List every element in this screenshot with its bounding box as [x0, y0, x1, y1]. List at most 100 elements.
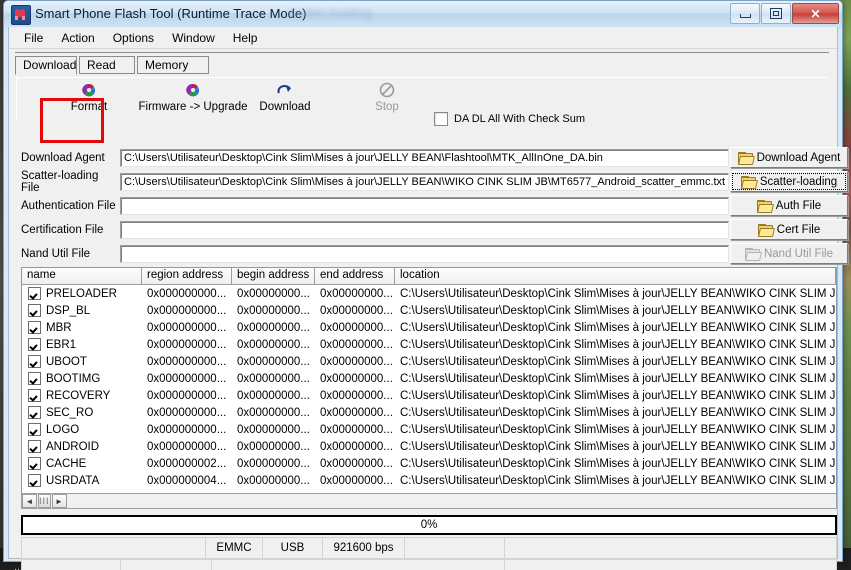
scroll-left-arrow[interactable]: ◄ — [22, 494, 37, 508]
row-checkbox[interactable] — [28, 440, 41, 453]
cell-end: 0x00000000... — [320, 372, 393, 385]
tab-read-back[interactable]: Read back — [79, 56, 135, 89]
row-checkbox[interactable] — [28, 338, 41, 351]
cell-begin: 0x00000000... — [237, 389, 310, 402]
field-row: Download Agent C:\Users\Utilisateur\Deskt… — [17, 146, 729, 170]
field-input-authentication-file[interactable] — [120, 197, 729, 215]
cell-region: 0x000000000... — [147, 321, 227, 334]
close-button[interactable]: ✕ — [792, 3, 839, 24]
cell-name: SEC_RO — [22, 406, 142, 419]
column-header-region-address[interactable]: region address — [142, 268, 232, 284]
table-row[interactable]: DSP_BL 0x000000000... 0x00000000... 0x00000… — [22, 302, 836, 319]
maximize-button[interactable] — [761, 3, 791, 24]
row-name-label: SEC_RO — [46, 406, 94, 419]
menu-item-options[interactable]: Options — [104, 29, 163, 47]
table-row[interactable]: BOOTIMG 0x000000000... 0x00000000... 0x0000… — [22, 370, 836, 387]
cell-region: 0x000000000... — [147, 304, 227, 317]
tab-download[interactable]: Download — [15, 56, 77, 75]
table-row[interactable]: RECOVERY 0x000000000... 0x00000000... 0x000… — [22, 387, 836, 404]
table-row[interactable]: UBOOT 0x000000000... 0x00000000... 0x000000… — [22, 353, 836, 370]
menu-item-file[interactable]: File — [15, 29, 52, 47]
row-checkbox[interactable] — [28, 321, 41, 334]
field-label-authentication-file: Authentication File — [21, 200, 116, 212]
cell-end: 0x00000000... — [320, 355, 393, 368]
column-header-name[interactable]: name — [22, 268, 142, 284]
table-row[interactable]: CACHE 0x000000002... 0x00000000... 0x000000… — [22, 455, 836, 472]
partition-table[interactable]: name region address begin address end addre… — [21, 267, 837, 497]
da-dl-checksum-checkbox[interactable] — [434, 112, 448, 126]
browse-button-auth-file[interactable]: Auth File — [730, 195, 848, 216]
row-checkbox[interactable] — [28, 355, 41, 368]
toolbar-button-format[interactable]: Format — [41, 78, 137, 121]
row-checkbox[interactable] — [28, 423, 41, 436]
row-checkbox[interactable] — [28, 372, 41, 385]
close-icon: ✕ — [810, 6, 821, 21]
row-name-label: PRELOADER — [46, 287, 117, 300]
table-row[interactable]: USRDATA 0x000000004... 0x00000000... 0x0000… — [22, 472, 836, 489]
cell-region: 0x000000000... — [147, 287, 227, 300]
tab-memory-test[interactable]: Memory Test — [137, 56, 209, 89]
status-bar: EMMC USB 921600 bps — [21, 537, 837, 559]
column-header-begin-address[interactable]: begin address — [232, 268, 315, 284]
cell-begin: 0x00000000... — [237, 372, 310, 385]
row-name-label: LOGO — [46, 423, 80, 436]
toolbar-button-stop: Stop — [352, 78, 422, 121]
field-input-scatter-loading-file[interactable]: C:\Users\Utilisateur\Desktop\Cink Slim\M… — [120, 173, 729, 191]
row-checkbox[interactable] — [28, 304, 41, 317]
window-controls: ✕ — [729, 3, 839, 24]
cell-region: 0x000000000... — [147, 389, 227, 402]
browse-button-label: Cert File — [776, 223, 821, 236]
row-checkbox[interactable] — [28, 389, 41, 402]
field-input-nand-util-file[interactable] — [120, 245, 729, 263]
row-name-label: USRDATA — [46, 474, 100, 487]
cell-begin: 0x00000000... — [237, 287, 310, 300]
cell-region: 0x000000000... — [147, 372, 227, 385]
window-title: Smart Phone Flash Tool (Runtime Trace Mo… — [35, 6, 307, 21]
table-row[interactable]: SEC_RO 0x000000000... 0x00000000... 0x00000… — [22, 404, 836, 421]
cell-begin: 0x00000000... — [237, 304, 310, 317]
row-name-label: ANDROID — [46, 440, 100, 453]
status-cell: EMMC — [206, 537, 263, 559]
table-row[interactable]: LOGO 0x000000000... 0x00000000... 0x0000000… — [22, 421, 836, 438]
column-header-end-address[interactable]: end address — [315, 268, 395, 284]
toolbar: Format Firmware -> Upgrade Download Stop — [16, 77, 828, 120]
scroll-right-arrow[interactable]: ► — [51, 494, 67, 508]
row-checkbox[interactable] — [28, 287, 41, 300]
column-header-location[interactable]: location — [395, 268, 836, 284]
row-name-label: EBR1 — [46, 338, 77, 351]
toolbar-button-download[interactable]: Download — [237, 78, 333, 121]
table-row[interactable]: EBR1 0x000000000... 0x00000000... 0x0000000… — [22, 336, 836, 353]
menu-item-action[interactable]: Action — [52, 29, 103, 47]
toolbar-button-label: Download — [259, 101, 311, 113]
field-input-download-agent[interactable]: C:\Users\Utilisateur\Desktop\Cink Slim\M… — [120, 149, 729, 167]
da-dl-checksum-row[interactable]: DA DL All With Check Sum — [434, 112, 585, 126]
status-cell: 921600 bps — [323, 537, 405, 559]
cell-end: 0x00000000... — [320, 457, 393, 470]
status-cell — [21, 559, 121, 570]
progress-label: 0% — [420, 519, 438, 531]
toolbar-button-label: Stop — [375, 101, 399, 113]
cell-begin: 0x00000000... — [237, 457, 310, 470]
browse-button-scatter-loading[interactable]: Scatter-loading — [730, 171, 848, 192]
browse-button-download-agent[interactable]: Download Agent — [730, 147, 848, 168]
table-row[interactable]: ANDROID 0x000000000... 0x00000000... 0x0000… — [22, 438, 836, 455]
row-checkbox[interactable] — [28, 474, 41, 487]
cell-region: 0x000000000... — [147, 338, 227, 351]
row-checkbox[interactable] — [28, 457, 41, 470]
menu-item-help[interactable]: Help — [224, 29, 267, 47]
scroll-thumb[interactable]: III — [38, 494, 51, 508]
field-input-certification-file[interactable] — [120, 221, 729, 239]
browse-button-cert-file[interactable]: Cert File — [730, 219, 848, 240]
folder-icon — [744, 248, 762, 261]
toolbar-button-label: Format — [70, 101, 108, 113]
table-row[interactable]: MBR 0x000000000... 0x00000000... 0x00000000… — [22, 319, 836, 336]
status-cell — [21, 537, 206, 559]
table-row[interactable]: PRELOADER 0x000000000... 0x00000000... 0x00… — [22, 285, 836, 302]
menu-item-window[interactable]: Window — [163, 29, 224, 47]
minimize-button[interactable] — [730, 3, 760, 24]
title-bar[interactable]: Smart Phone Flash Tool (Runtime Trace Mo… — [4, 1, 842, 27]
table-horizontal-scrollbar[interactable]: ◄ III ► — [21, 493, 837, 509]
field-row: Certification File — [17, 218, 729, 242]
row-checkbox[interactable] — [28, 406, 41, 419]
cell-location: C:\Users\Utilisateur\Desktop\Cink Slim\M… — [400, 304, 836, 317]
